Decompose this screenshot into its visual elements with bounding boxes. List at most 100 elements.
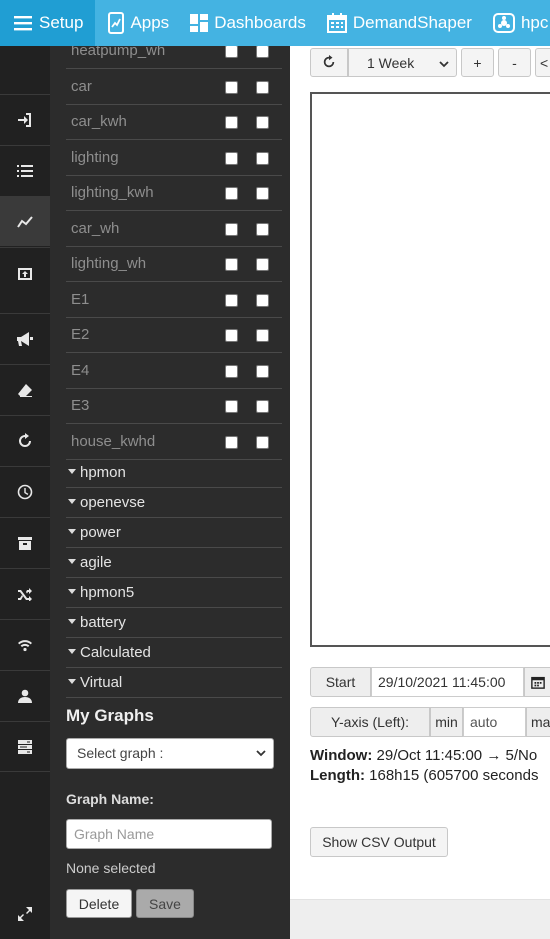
yaxis-min-input[interactable]: auto [463, 707, 526, 737]
show-csv-button[interactable]: Show CSV Output [310, 827, 448, 857]
left-axis-checkbox[interactable] [225, 329, 238, 342]
right-axis-checkbox[interactable] [256, 400, 269, 413]
left-axis-checkbox[interactable] [225, 80, 238, 94]
shuffle-icon [18, 587, 32, 601]
left-axis-checkbox[interactable] [225, 187, 238, 200]
right-axis-checkbox[interactable] [256, 116, 269, 129]
sidebar-item-backup[interactable] [0, 517, 50, 567]
feed-name: E3 [71, 397, 90, 414]
nav-demandshaper[interactable]: DemandShaper [314, 0, 480, 46]
feed-row[interactable]: heatpump_wh [66, 46, 282, 69]
zoom-in-button[interactable]: + [461, 48, 494, 77]
hpmon-icon [492, 13, 515, 33]
feed-group-toggle[interactable]: Virtual [66, 668, 282, 698]
start-label: Start [310, 667, 371, 697]
left-axis-checkbox[interactable] [225, 116, 238, 129]
left-axis-checkbox[interactable] [225, 435, 238, 449]
left-axis-checkbox[interactable] [225, 400, 238, 413]
right-axis-checkbox[interactable] [256, 187, 269, 200]
feed-row[interactable]: car_wh [66, 212, 282, 247]
right-axis-checkbox[interactable] [256, 293, 269, 307]
save-graph-button[interactable]: Save [136, 889, 194, 918]
sidebar-item-admin[interactable] [0, 721, 50, 772]
graph-plot-area[interactable] [310, 92, 550, 647]
feed-group-toggle[interactable]: agile [66, 548, 282, 578]
right-axis-checkbox[interactable] [256, 151, 269, 165]
feed-row[interactable]: lighting_kwh [66, 176, 282, 211]
feed-row[interactable]: E1 [66, 283, 282, 318]
select-graph-dropdown[interactable]: Select graph : [66, 738, 274, 769]
sidebar-item-feeds[interactable] [0, 145, 50, 195]
sidebar-item-visualization[interactable] [0, 247, 50, 297]
left-axis-checkbox[interactable] [225, 364, 238, 378]
zoom-out-button[interactable]: - [498, 48, 531, 77]
interval-select[interactable]: 1 Week [348, 48, 457, 77]
sidebar-item-graphs[interactable] [0, 196, 50, 246]
sidebar-item-wifi[interactable] [0, 619, 50, 669]
feed-group-toggle[interactable]: power [66, 518, 282, 548]
nav-setup[interactable]: Setup [0, 0, 96, 46]
reload-icon [323, 55, 335, 68]
feed-group-toggle[interactable]: battery [66, 608, 282, 638]
sidebar-item-notifications[interactable] [0, 313, 50, 363]
dashboard-grid-icon [190, 14, 209, 32]
right-axis-checkbox[interactable] [256, 80, 269, 94]
pan-left-button[interactable]: < [535, 48, 550, 77]
sidebar-item-inputs[interactable] [0, 94, 50, 144]
eraser-icon [18, 383, 32, 397]
left-axis-checkbox[interactable] [225, 151, 238, 165]
right-axis-checkbox[interactable] [256, 258, 269, 271]
sign-in-icon [18, 112, 31, 127]
interval-value: 1 Week [367, 55, 415, 71]
sidebar-item-eraser[interactable] [0, 364, 50, 414]
right-axis-checkbox[interactable] [256, 329, 269, 342]
calendar-picker-button[interactable] [524, 667, 550, 697]
graph-name-input[interactable]: Graph Name [66, 819, 272, 849]
reload-button[interactable] [310, 48, 348, 77]
start-time-input[interactable]: 29/10/2021 11:45:00 [371, 667, 524, 697]
left-axis-checkbox[interactable] [225, 46, 238, 58]
feed-name: lighting_wh [71, 255, 147, 272]
feed-group-name: battery [80, 614, 126, 631]
feed-row[interactable]: lighting_wh [66, 247, 282, 282]
sidebar-item-account[interactable] [0, 670, 50, 720]
feed-name: lighting_kwh [71, 184, 154, 201]
sidebar-item-process[interactable] [0, 568, 50, 618]
graph-main-area: 1 Week + - < Start 29/10/2021 11:45:00 Y… [290, 46, 550, 939]
feed-group-toggle[interactable]: hpmon [66, 458, 282, 488]
right-axis-checkbox[interactable] [256, 364, 269, 378]
feed-list-panel: heatpump_wh car car_kwh lighting lighting_kw… [50, 46, 290, 939]
window-label: Window: [310, 747, 373, 764]
caret-down-icon [68, 679, 76, 684]
feed-row[interactable]: car_kwh [66, 105, 282, 140]
nav-apps[interactable]: Apps [95, 0, 177, 46]
right-axis-checkbox[interactable] [256, 435, 269, 449]
left-axis-checkbox[interactable] [225, 293, 238, 307]
yaxis-left-label: Y-axis (Left): [310, 707, 430, 737]
list-icon [17, 164, 33, 177]
feed-row[interactable]: house_kwhd [66, 425, 282, 460]
nav-apps-label: Apps [130, 13, 170, 32]
right-axis-checkbox[interactable] [256, 46, 269, 58]
sidebar-item-sync[interactable] [0, 415, 50, 465]
feed-group-toggle[interactable]: hpmon5 [66, 578, 282, 608]
sidebar-item-schedule[interactable] [0, 466, 50, 516]
length-label: Length: [310, 767, 365, 784]
nav-dashboards[interactable]: Dashboards [177, 0, 314, 46]
nav-hpmon[interactable]: hpc [480, 0, 550, 46]
yaxis-max-label: ma [526, 707, 550, 737]
left-axis-checkbox[interactable] [225, 222, 238, 236]
feed-row[interactable]: lighting [66, 141, 282, 176]
feed-row[interactable]: E2 [66, 318, 282, 353]
feed-group-toggle[interactable]: openevse [66, 488, 282, 518]
chevron-down-icon [439, 61, 449, 68]
feed-row[interactable]: E4 [66, 354, 282, 389]
delete-graph-button[interactable]: Delete [66, 889, 132, 918]
feed-group-toggle[interactable]: Calculated [66, 638, 282, 668]
expand-button[interactable] [0, 889, 50, 939]
feed-name: E1 [71, 290, 90, 308]
right-axis-checkbox[interactable] [256, 222, 269, 236]
feed-row[interactable]: E3 [66, 389, 282, 424]
left-axis-checkbox[interactable] [225, 258, 238, 271]
feed-row[interactable]: car [66, 70, 282, 105]
